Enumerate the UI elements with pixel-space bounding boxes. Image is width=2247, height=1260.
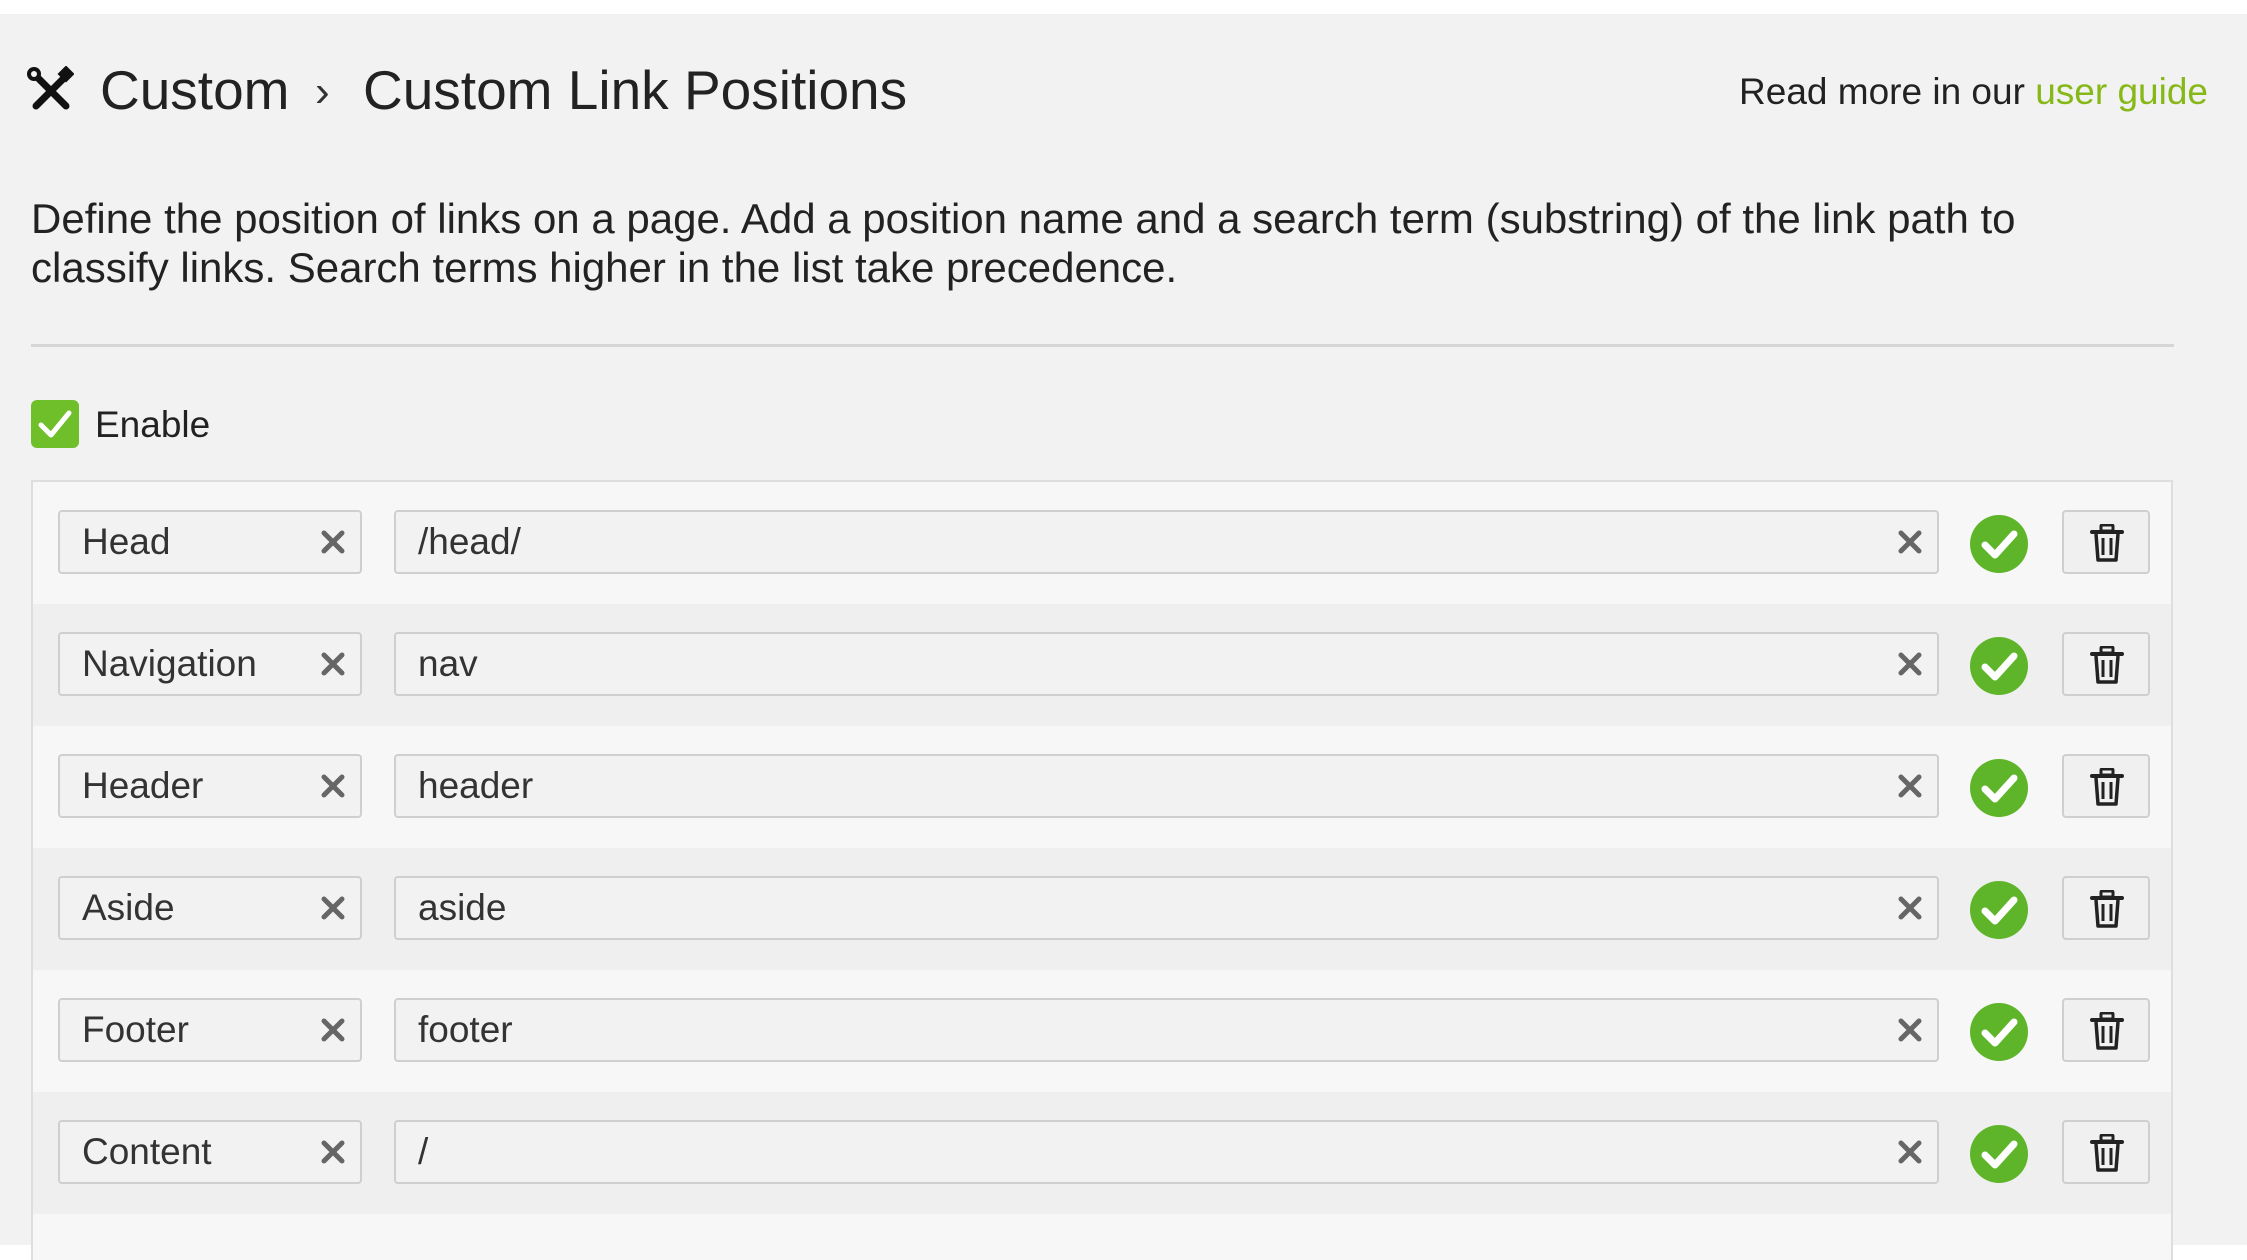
position-name-input[interactable]: Navigation xyxy=(58,632,362,696)
divider xyxy=(31,344,2174,347)
close-icon[interactable] xyxy=(1895,1015,1925,1045)
trash-icon xyxy=(2090,646,2124,684)
close-icon[interactable] xyxy=(318,1137,348,1167)
close-icon[interactable] xyxy=(318,649,348,679)
check-circle-icon xyxy=(1970,1125,2028,1183)
position-row: Content / xyxy=(33,1092,2171,1214)
search-term-input[interactable]: footer xyxy=(394,998,1939,1062)
search-term-value: header xyxy=(418,765,534,806)
position-row: Head /head/ xyxy=(33,482,2171,604)
page-description: Define the position of links on a page. … xyxy=(31,195,2016,291)
search-term-input[interactable]: / xyxy=(394,1120,1939,1184)
position-name-value: Content xyxy=(82,1131,212,1172)
user-guide-prefix: Read more in our xyxy=(1739,71,2025,112)
check-circle-icon xyxy=(1970,759,2028,817)
position-name-value: Footer xyxy=(82,1009,189,1050)
positions-panel: Head /head/ Navigation nav Header header… xyxy=(31,480,2173,1260)
delete-button[interactable] xyxy=(2062,510,2150,574)
search-term-value: / xyxy=(418,1131,429,1172)
trash-icon xyxy=(2090,890,2124,928)
enable-label: Enable xyxy=(95,404,211,445)
search-term-input[interactable]: nav xyxy=(394,632,1939,696)
search-term-value: aside xyxy=(418,887,507,928)
position-name-input[interactable]: Header xyxy=(58,754,362,818)
close-icon[interactable] xyxy=(1895,893,1925,923)
close-icon[interactable] xyxy=(1895,1137,1925,1167)
close-icon[interactable] xyxy=(318,1015,348,1045)
user-guide-link[interactable]: user guide xyxy=(2035,71,2208,112)
position-row: Footer footer xyxy=(33,970,2171,1092)
close-icon[interactable] xyxy=(318,771,348,801)
position-name-value: Head xyxy=(82,521,171,562)
position-name-value: Header xyxy=(82,765,204,806)
close-icon[interactable] xyxy=(318,893,348,923)
search-term-value: footer xyxy=(418,1009,513,1050)
trash-icon xyxy=(2090,524,2124,562)
position-row: Header header xyxy=(33,726,2171,848)
delete-button[interactable] xyxy=(2062,876,2150,940)
checkmark-icon xyxy=(38,410,72,438)
enable-checkbox[interactable] xyxy=(31,400,79,448)
delete-button[interactable] xyxy=(2062,632,2150,696)
delete-button[interactable] xyxy=(2062,754,2150,818)
position-name-input[interactable]: Content xyxy=(58,1120,362,1184)
close-icon[interactable] xyxy=(1895,771,1925,801)
page-title: Custom Link Positions xyxy=(363,59,908,121)
breadcrumb-root[interactable]: Custom xyxy=(100,52,290,128)
trash-icon xyxy=(2090,1012,2124,1050)
search-term-input[interactable]: header xyxy=(394,754,1939,818)
search-term-value: nav xyxy=(418,643,478,684)
search-term-input[interactable]: /head/ xyxy=(394,510,1939,574)
position-name-input[interactable]: Aside xyxy=(58,876,362,940)
delete-button[interactable] xyxy=(2062,1120,2150,1184)
close-icon[interactable] xyxy=(1895,527,1925,557)
position-row: Aside aside xyxy=(33,848,2171,970)
search-term-value: /head/ xyxy=(418,521,521,562)
position-name-value: Aside xyxy=(82,887,175,928)
position-name-value: Navigation xyxy=(82,643,257,684)
check-circle-icon xyxy=(1970,1003,2028,1061)
position-row: Navigation nav xyxy=(33,604,2171,726)
check-circle-icon xyxy=(1970,515,2028,573)
check-circle-icon xyxy=(1970,881,2028,939)
tools-icon xyxy=(27,66,74,110)
check-circle-icon xyxy=(1970,637,2028,695)
breadcrumb-separator: › xyxy=(315,67,330,116)
close-icon[interactable] xyxy=(318,527,348,557)
page-header: Custom › Custom Link Positions Read more… xyxy=(0,14,2247,154)
trash-icon xyxy=(2090,768,2124,806)
trash-icon xyxy=(2090,1134,2124,1172)
position-name-input[interactable]: Footer xyxy=(58,998,362,1062)
close-icon[interactable] xyxy=(1895,649,1925,679)
position-name-input[interactable]: Head xyxy=(58,510,362,574)
delete-button[interactable] xyxy=(2062,998,2150,1062)
search-term-input[interactable]: aside xyxy=(394,876,1939,940)
user-guide-note: Read more in our user guide xyxy=(1739,64,2208,120)
page: Custom › Custom Link Positions Read more… xyxy=(0,14,2247,1260)
